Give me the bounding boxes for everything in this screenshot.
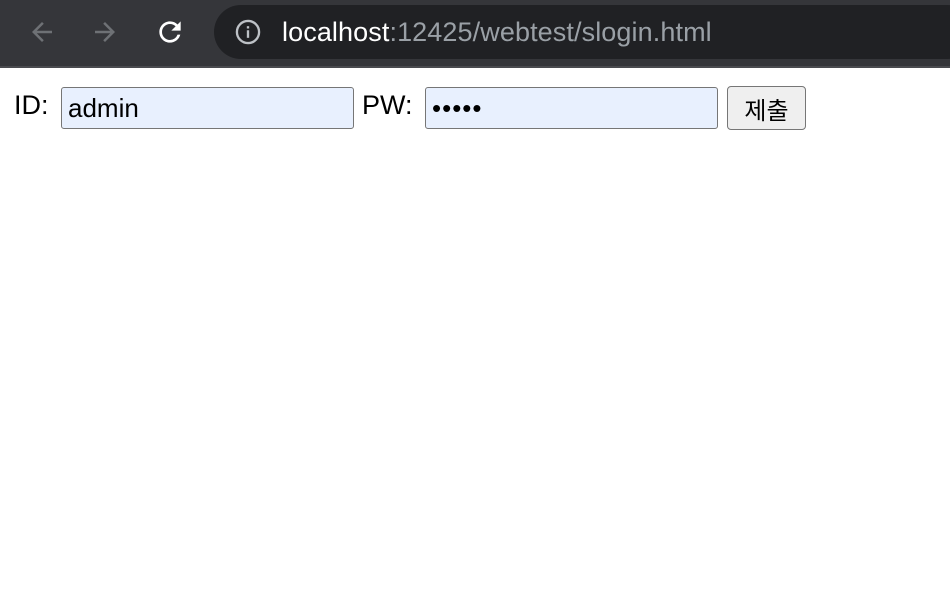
arrow-left-icon: [32, 22, 52, 42]
reload-icon: [159, 21, 181, 43]
site-info-button[interactable]: [234, 18, 262, 46]
arrow-right-icon: [95, 22, 115, 42]
id-label: ID:: [14, 90, 49, 120]
url-path: :12425/webtest/slogin.html: [389, 17, 712, 47]
url-host: localhost: [282, 17, 390, 47]
info-circle-icon: [235, 19, 261, 45]
reload-button[interactable]: [150, 12, 190, 52]
forward-button[interactable]: [85, 12, 125, 52]
id-input[interactable]: [61, 87, 354, 129]
address-bar[interactable]: localhost:12425/webtest/slogin.html: [214, 5, 950, 59]
password-input[interactable]: [425, 87, 718, 129]
browser-toolbar: localhost:12425/webtest/slogin.html: [0, 0, 950, 68]
url-text: localhost:12425/webtest/slogin.html: [282, 18, 712, 46]
page-content: ID: PW: 제출: [0, 70, 950, 610]
submit-button[interactable]: 제출: [727, 86, 806, 130]
pw-label: PW:: [362, 90, 413, 120]
back-button[interactable]: [22, 12, 62, 52]
